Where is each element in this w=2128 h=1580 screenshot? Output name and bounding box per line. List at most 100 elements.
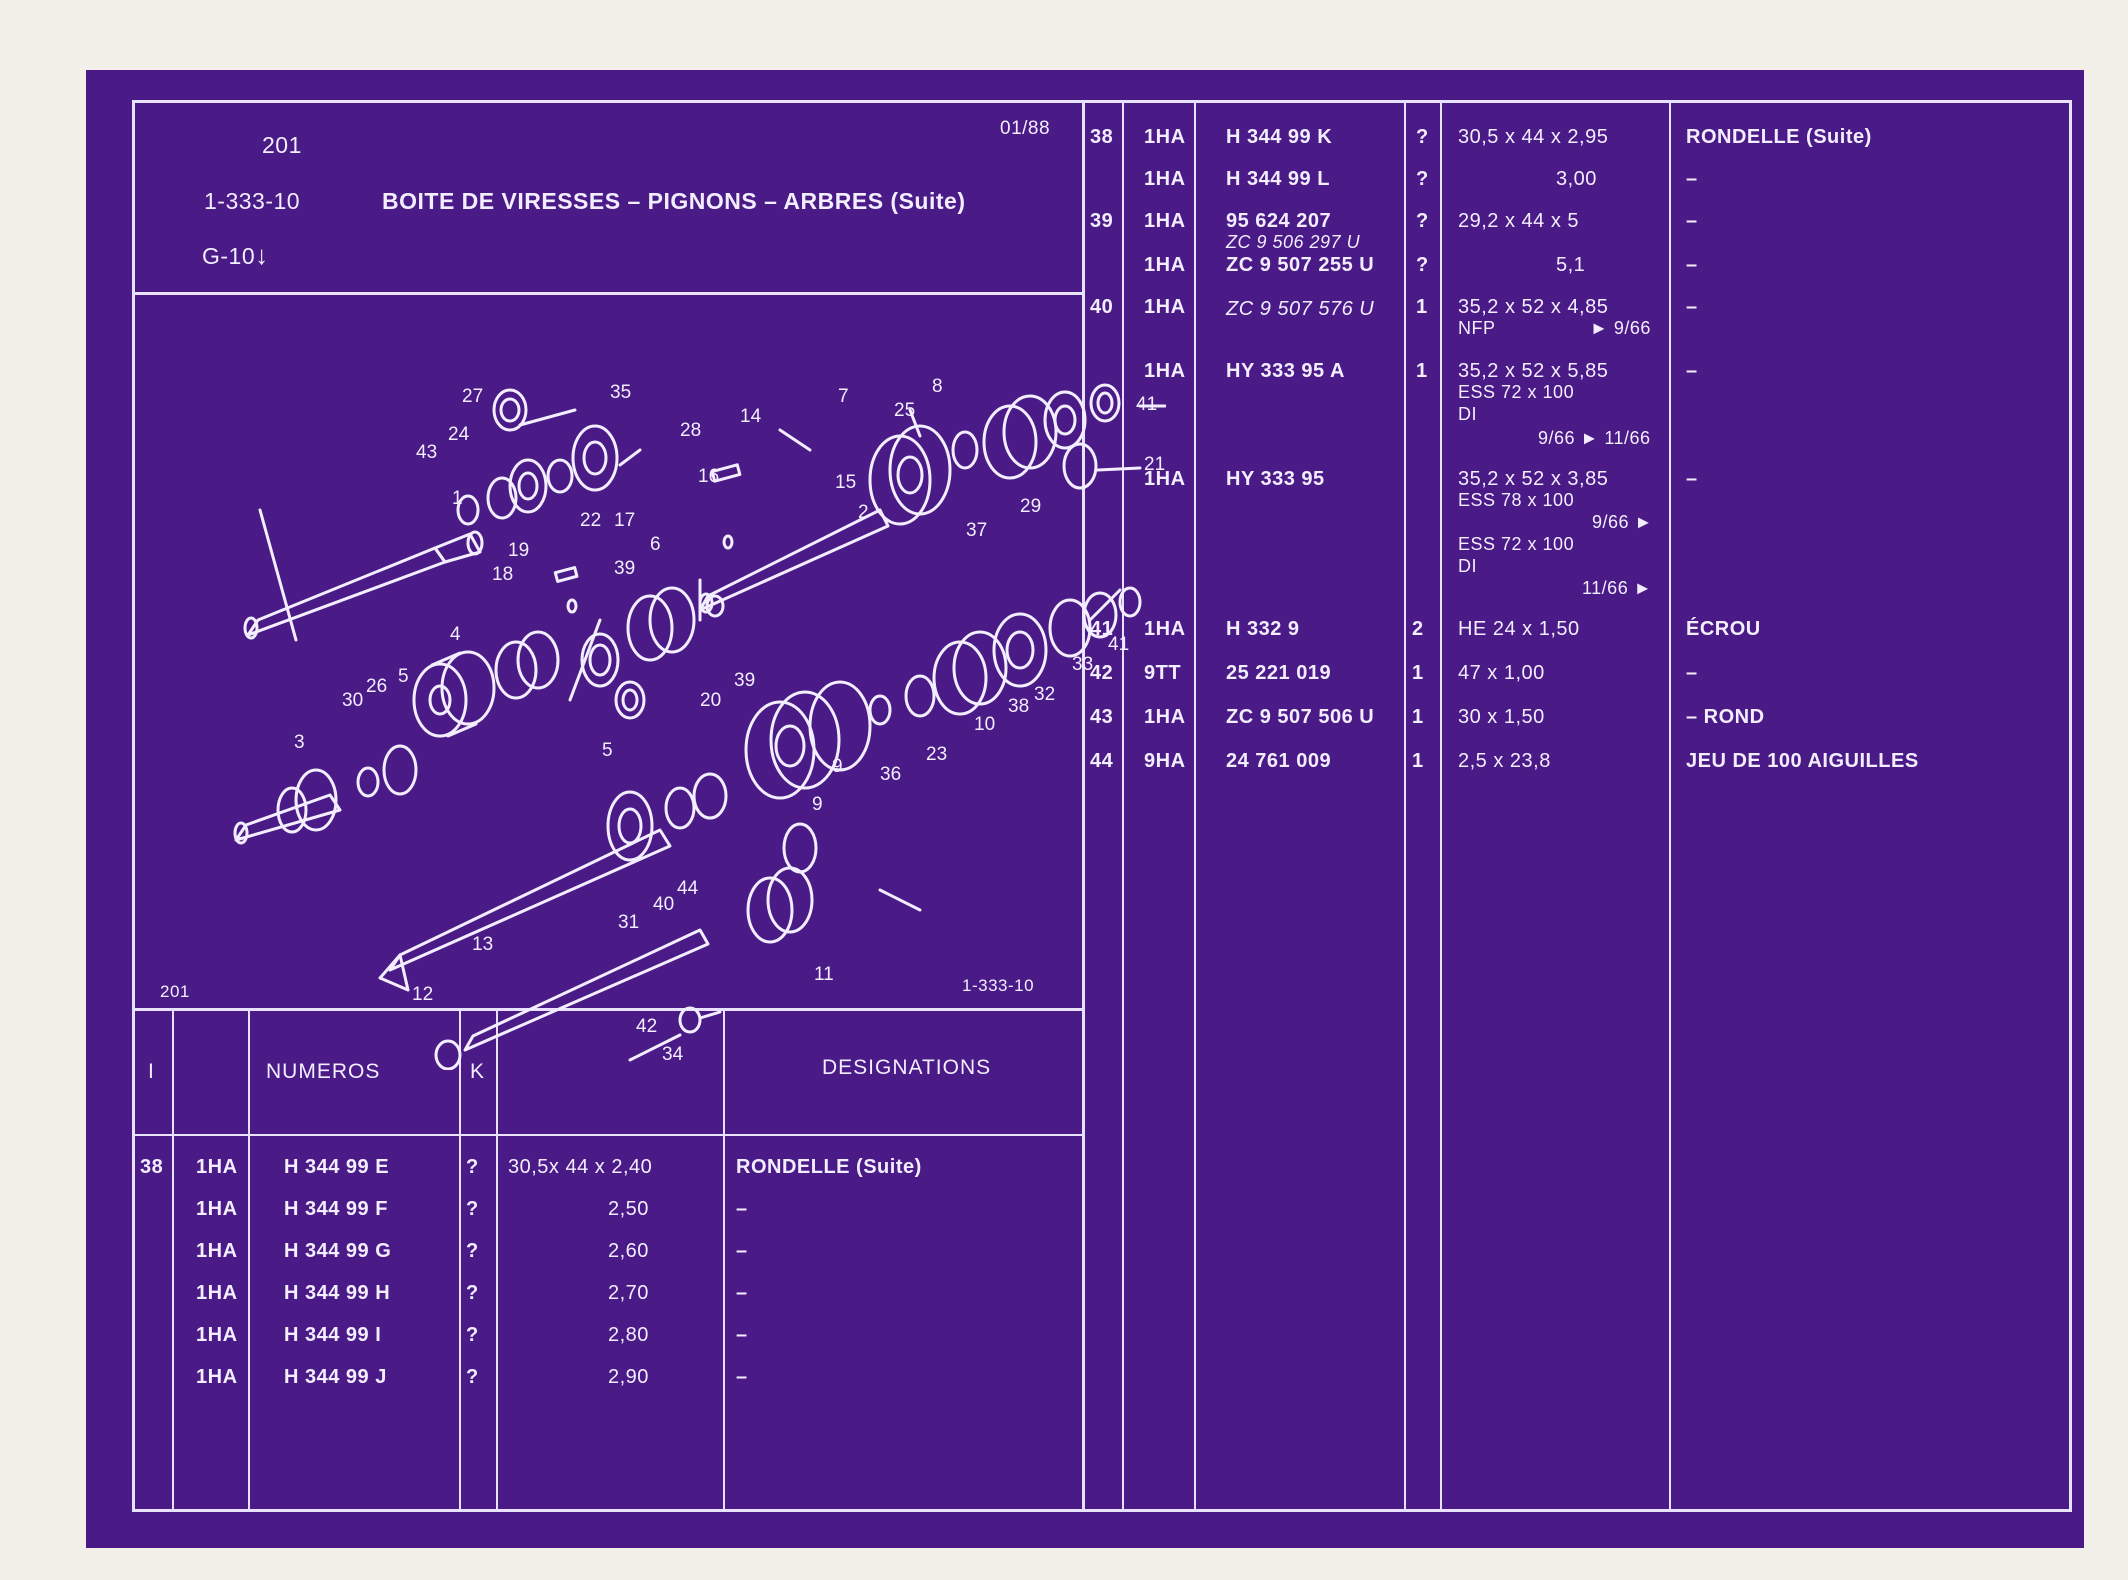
frame-line (132, 100, 2072, 103)
table-cell-number: H 332 9 (1226, 618, 1300, 640)
table-cell-dims: 47 x 1,00 (1458, 662, 1545, 684)
table-cell-k: ? (466, 1366, 479, 1388)
column-line (1404, 100, 1406, 1512)
table-cell-number: 25 221 019 (1226, 662, 1332, 684)
callout-39: 39 (614, 558, 635, 579)
model-code: G-10↓ (202, 240, 269, 270)
table-cell-k: ? (1416, 254, 1429, 276)
table-cell-dims-note: ESS 78 x 100 (1458, 490, 1575, 510)
bush-12 (434, 1039, 462, 1070)
table-cell-designation: RONDELLE (Suite) (1686, 126, 1872, 148)
table-cell-k: ? (1416, 126, 1429, 148)
table-cell-dims-date: 9/66 ► 11/66 (1538, 428, 1651, 448)
table-cell-designation: JEU DE 100 AIGUILLES (1686, 750, 1919, 772)
table-cell-index: 41 (1090, 618, 1114, 640)
callout-31: 31 (618, 912, 639, 933)
column-header-numeros: NUMEROS (266, 1060, 381, 1083)
table-cell-prefix: 1HA (196, 1240, 238, 1262)
table-cell-designation: – (736, 1324, 748, 1346)
callout-19: 19 (508, 540, 529, 561)
callout-40: 40 (653, 894, 674, 915)
callout-35: 35 (610, 382, 631, 403)
table-cell-designation: – (736, 1198, 748, 1220)
callout-34: 34 (662, 1044, 684, 1065)
callout-5: 5 (398, 666, 409, 687)
primary-shaft (246, 546, 447, 637)
table-cell-k: 1 (1412, 750, 1424, 772)
layshaft-2 (698, 508, 890, 612)
table-cell-prefix: 1HA (1144, 618, 1186, 640)
callout-39b: 39 (734, 670, 755, 691)
column-line (248, 1008, 250, 1512)
column-header-k: K (470, 1060, 486, 1083)
table-cell-designation: – (736, 1282, 748, 1304)
table-cell-designation: ÉCROU (1686, 618, 1761, 640)
table-cell-dims-note: ESS 72 x 100 (1458, 382, 1575, 402)
table-cell-dims-note: DI (1458, 556, 1477, 576)
table-cell-dims: 2,90 (608, 1366, 649, 1388)
callout-8: 8 (932, 376, 943, 397)
table-cell-designation: – ROND (1686, 706, 1765, 728)
table-cell-k: ? (466, 1240, 479, 1262)
callout-37: 37 (966, 520, 987, 541)
column-line (496, 1008, 498, 1512)
callout-4: 4 (450, 624, 461, 645)
frame-line (132, 100, 135, 1512)
table-cell-number: H 344 99 I (284, 1324, 382, 1346)
table-cell-k: ? (1416, 168, 1429, 190)
table-cell-dims: 2,5 x 23,8 (1458, 750, 1551, 772)
callout-30: 30 (342, 690, 363, 711)
callout-3: 3 (294, 732, 305, 753)
table-cell-number: H 344 99 L (1226, 168, 1330, 190)
sliding-hub-4 (412, 662, 468, 738)
table-cell-k: ? (1416, 210, 1429, 232)
table-cell-dims-date: ► 9/66 (1590, 318, 1651, 338)
callout-6: 6 (650, 534, 661, 555)
callout-25: 25 (894, 400, 915, 421)
table-cell-dims: 35,2 x 52 x 4,85 (1458, 296, 1609, 318)
callout-9: 9 (812, 794, 823, 815)
table-cell-k: 1 (1416, 360, 1428, 382)
column-line (1440, 100, 1442, 1512)
table-cell-dims-date: 11/66 ► (1582, 578, 1653, 598)
page-number: 201 (262, 132, 302, 158)
table-cell-designation: – (1686, 254, 1698, 276)
table-cell-designation: – (1686, 468, 1698, 490)
diagram-caption-left: 201 (160, 982, 190, 1001)
key-19 (553, 566, 579, 583)
table-cell-designation: – (1686, 662, 1698, 684)
bearing-29 (1043, 390, 1087, 450)
callout-20: 20 (700, 690, 721, 711)
callout-11: 11 (814, 964, 834, 985)
diagram-callouts: 1 2 3 4 5 5 6 7 8 9 9 10 11 12 13 14 15 … (294, 376, 1165, 1065)
callout-10: 10 (974, 714, 995, 735)
callout-14: 14 (740, 406, 762, 427)
table-cell-prefix: 9TT (1144, 662, 1182, 684)
synchro-ring-5 (580, 632, 620, 688)
table-cell-number: ZC 9 507 506 U (1226, 706, 1375, 728)
reverse-shaft-13 (463, 928, 710, 1052)
callout-22: 22 (580, 510, 601, 531)
table-cell-k: ? (466, 1324, 479, 1346)
callout-12: 12 (412, 984, 433, 1005)
exploded-gearbox-diagram: 1 2 3 4 5 5 6 7 8 9 9 10 11 12 13 14 15 … (233, 376, 1166, 1070)
callout-36: 36 (880, 764, 901, 785)
table-cell-designation: – (1686, 210, 1698, 232)
callout-2: 2 (858, 502, 869, 523)
callout-17: 17 (614, 510, 635, 531)
table-cell-number: HY 333 95 A (1226, 360, 1345, 382)
table-cell-dims: 30,5 x 44 x 2,95 (1458, 126, 1609, 148)
table-cell-prefix: 1HA (1144, 296, 1186, 318)
callout-29: 29 (1020, 496, 1041, 517)
table-cell-dims: 35,2 x 52 x 5,85 (1458, 360, 1609, 382)
table-cell-number: 24 761 009 (1226, 750, 1332, 772)
column-header-designations: DESIGNATIONS (822, 1056, 992, 1079)
table-cell-k: 1 (1412, 662, 1424, 684)
table-cell-dims-note: NFP (1458, 318, 1496, 338)
table-cell-dims: 30 x 1,50 (1458, 706, 1545, 728)
frame-line (132, 1509, 2072, 1512)
callout-23: 23 (926, 744, 947, 765)
table-cell-index: 43 (1090, 706, 1114, 728)
callout-1: 1 (452, 488, 463, 509)
table-cell-designation: RONDELLE (Suite) (736, 1156, 922, 1178)
